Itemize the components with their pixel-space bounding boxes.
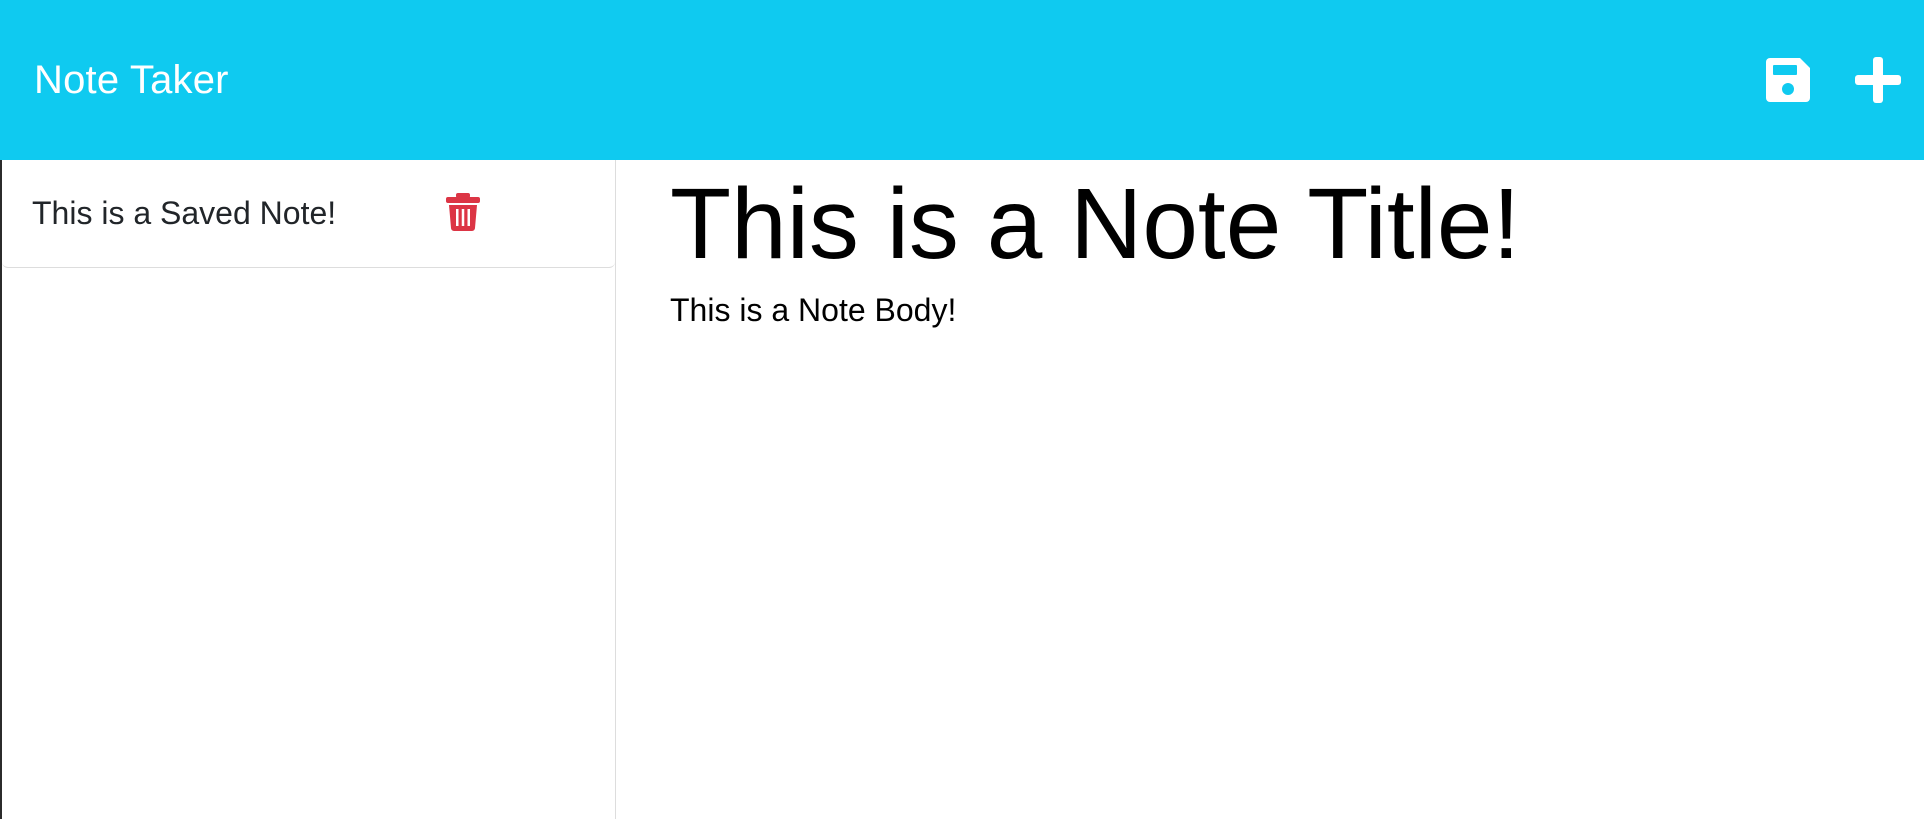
trash-icon[interactable] <box>446 193 480 231</box>
note-title[interactable]: This is a Note Title! <box>670 164 1520 284</box>
navbar: Note Taker <box>0 0 1924 160</box>
save-note-button[interactable] <box>1762 54 1814 106</box>
navbar-actions <box>1762 0 1924 160</box>
saved-note-title[interactable]: This is a Saved Note! <box>32 195 336 232</box>
save-icon <box>1766 58 1810 102</box>
note-editor: This is a Note Title! This is a Note Bod… <box>616 160 1924 819</box>
app-title[interactable]: Note Taker <box>34 58 229 103</box>
list-item[interactable]: This is a Saved Note! <box>2 160 615 268</box>
plus-icon <box>1855 57 1901 103</box>
note-list: This is a Saved Note! <box>2 160 616 819</box>
app-page: Note Taker This is a Saved Note! This is… <box>0 0 1924 819</box>
note-body[interactable]: This is a Note Body! <box>670 290 956 330</box>
new-note-button[interactable] <box>1852 54 1904 106</box>
